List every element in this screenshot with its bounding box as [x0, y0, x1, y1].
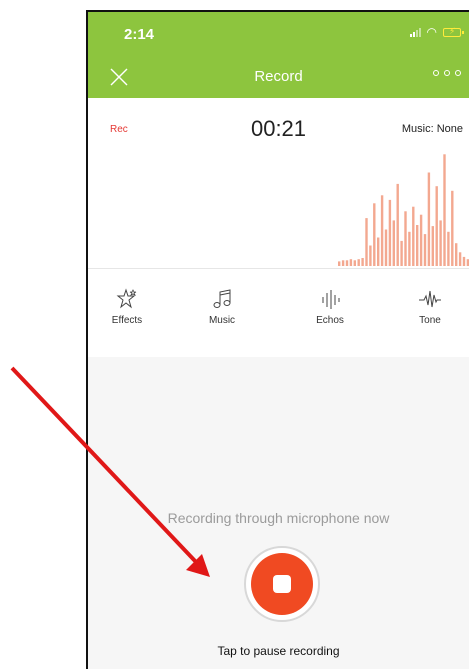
waveform-bar	[365, 218, 368, 266]
waveform-bar	[349, 259, 353, 266]
effects-button[interactable]: Effects	[92, 287, 162, 326]
record-button-fill	[251, 553, 313, 615]
echos-label: Echos	[316, 315, 344, 326]
waveform-bar	[423, 234, 427, 266]
waveform-bar	[408, 231, 411, 266]
waveform-bar	[404, 211, 407, 266]
wifi-icon: ◠	[426, 25, 437, 39]
stop-icon	[273, 575, 291, 593]
waveform-bar	[345, 260, 349, 266]
waveform-bar	[427, 172, 431, 266]
status-icons: ◠ ⚡	[409, 25, 464, 39]
music-status[interactable]: Music: None	[402, 123, 463, 135]
waveform-bar	[373, 203, 376, 266]
page-title: Record	[254, 68, 303, 85]
recording-panel: Rec 00:21 Music: None	[88, 98, 469, 268]
music-button[interactable]: Music	[187, 287, 257, 326]
waveform-bar	[431, 226, 434, 266]
waveform-bar	[353, 260, 356, 266]
status-time: 2:14	[124, 26, 155, 43]
waveform-bar	[341, 260, 345, 266]
waveform-bar	[447, 231, 450, 266]
record-pause-button[interactable]	[244, 546, 320, 622]
tone-wave-icon	[419, 290, 441, 308]
waveform-bar	[458, 252, 462, 266]
echo-bars-icon	[322, 290, 340, 309]
waveform-bar	[377, 237, 380, 266]
waveform-bar	[384, 229, 388, 266]
more-options-icon[interactable]	[433, 70, 461, 76]
waveform-bar	[369, 245, 372, 266]
waveform-bar	[419, 214, 423, 266]
waveform-bar	[388, 199, 392, 266]
star-sparkle-icon	[116, 288, 137, 309]
waveform-bar	[357, 259, 360, 266]
waveform-bar	[392, 220, 395, 266]
music-label: Music	[208, 315, 236, 326]
music-note-icon	[213, 289, 231, 308]
waveform-bar	[361, 258, 364, 266]
waveform-bar	[412, 206, 415, 266]
waveform-bar	[435, 186, 438, 266]
effects-toolbar: Effects Music Echos Tone	[88, 268, 469, 357]
waveform-bar	[338, 261, 341, 266]
echos-button[interactable]: Echos	[295, 287, 365, 326]
waveform-bar	[380, 195, 384, 266]
app-header: 2:14 ◠ ⚡ Record	[88, 12, 469, 98]
tone-button[interactable]: Tone	[395, 287, 465, 326]
waveform-bar	[451, 190, 454, 266]
phone-screen: 2:14 ◠ ⚡ Record Rec 00:21 Music: None Ef…	[86, 10, 469, 669]
recording-status-text: Recording through microphone now	[167, 510, 390, 526]
waveform-bar	[396, 183, 399, 266]
tone-label: Tone	[419, 315, 441, 326]
signal-icon	[409, 27, 421, 37]
waveform-visualizer	[338, 154, 469, 266]
waveform-bar	[455, 243, 458, 266]
waveform-bar	[439, 220, 442, 266]
effects-label: Effects	[111, 315, 143, 326]
pause-instruction: Tap to pause recording	[217, 644, 340, 658]
waveform-bar	[462, 256, 466, 266]
battery-icon: ⚡	[443, 26, 464, 37]
waveform-bar	[416, 225, 419, 266]
waveform-bar	[443, 154, 446, 266]
waveform-bar	[400, 240, 403, 266]
